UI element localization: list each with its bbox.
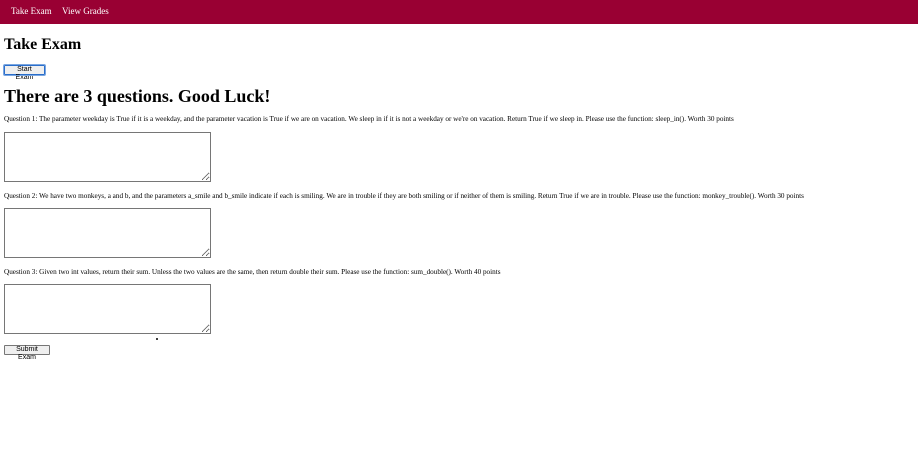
question-3-text: Question 3: Given two int values, return…	[4, 268, 501, 276]
answer-2-textarea[interactable]	[4, 208, 211, 258]
submit-exam-button[interactable]: Submit Exam	[4, 345, 50, 361]
nav-take-exam[interactable]: Take Exam	[11, 5, 52, 17]
top-navbar: Take Exam View Grades	[0, 0, 918, 24]
answer-1-textarea[interactable]	[4, 132, 211, 182]
start-exam-button[interactable]: Start Exam	[3, 64, 46, 81]
question-2-text: Question 2: We have two monkeys, a and b…	[4, 192, 804, 200]
page-title: Take Exam	[4, 36, 82, 53]
nav-view-grades[interactable]: View Grades	[62, 5, 109, 17]
exam-subtitle: There are 3 questions. Good Luck!	[4, 86, 271, 106]
stray-dot	[156, 338, 158, 340]
answer-3-textarea[interactable]	[4, 284, 211, 334]
question-1-text: Question 1: The parameter weekday is Tru…	[4, 115, 734, 123]
